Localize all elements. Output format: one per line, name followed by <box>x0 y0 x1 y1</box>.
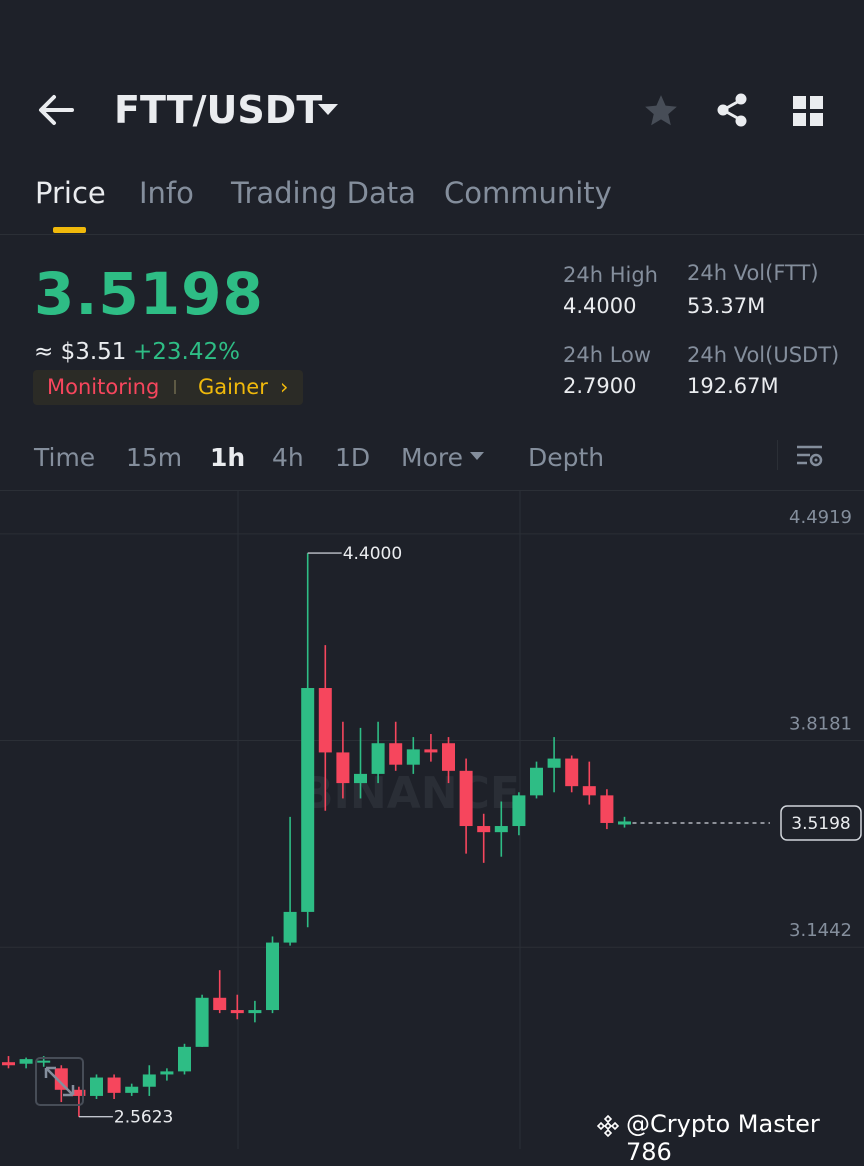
interval-15m[interactable]: 15m <box>126 443 182 472</box>
interval-4h[interactable]: 4h <box>272 443 304 472</box>
candle-body <box>618 821 631 825</box>
candle-body <box>283 911 297 943</box>
candle-body <box>301 688 315 912</box>
chevron-down-icon[interactable] <box>318 104 338 115</box>
tab-price[interactable]: Price <box>35 176 106 210</box>
candle-body <box>565 758 579 787</box>
usd-price: ≈ $3.51 <box>34 339 127 365</box>
tab-info[interactable]: Info <box>139 176 194 210</box>
tag-gainer[interactable]: Gainer <box>198 375 268 399</box>
candle-body <box>195 997 209 1047</box>
candle-body <box>37 1060 51 1063</box>
last-price: 3.5198 <box>34 260 264 328</box>
high-value: 4.4000 <box>563 294 637 318</box>
tab-community[interactable]: Community <box>444 176 612 210</box>
tab-trading-data[interactable]: Trading Data <box>231 176 416 210</box>
chart-watermark: BINANCE <box>300 768 520 819</box>
low-value: 2.7900 <box>563 374 637 398</box>
interval-separator <box>777 440 778 470</box>
candle-body <box>107 1077 121 1093</box>
vol-usdt-label: 24h Vol(USDT) <box>687 343 840 367</box>
vol-ftt-value: 53.37M <box>687 294 766 318</box>
interval-1h[interactable]: 1h <box>210 443 245 472</box>
candle-body <box>459 770 473 827</box>
candle-body <box>477 826 491 833</box>
tabs-divider <box>0 234 864 235</box>
candle-body <box>2 1062 15 1066</box>
high-price-annotation: 4.4000 <box>343 544 402 564</box>
y-axis-tick-label: 3.8181 <box>789 714 852 735</box>
interval-time[interactable]: Time <box>34 443 95 472</box>
candle-body <box>19 1059 33 1064</box>
low-price-annotation: 2.5623 <box>114 1108 173 1128</box>
star-icon[interactable] <box>642 92 680 130</box>
interval-more[interactable]: More <box>401 443 463 472</box>
candle-body <box>442 743 455 771</box>
trading-pair-title[interactable]: FTT/USDT <box>114 88 322 132</box>
price-change-percent: +23.42% <box>133 339 240 365</box>
candle-body <box>371 743 385 774</box>
tag-monitoring[interactable]: Monitoring <box>47 375 159 399</box>
low-label: 24h Low <box>563 343 652 367</box>
candle-body <box>547 758 561 768</box>
candle-body <box>266 942 279 1011</box>
vol-usdt-value: 192.67M <box>687 374 779 398</box>
candle-body <box>424 749 438 753</box>
candle-body <box>213 997 227 1011</box>
candle-body <box>354 773 367 784</box>
candle-body <box>178 1046 191 1072</box>
y-axis-tick-label: 3.1442 <box>789 920 852 941</box>
current-price-label: 3.5198 <box>791 814 850 834</box>
candle-body <box>160 1071 174 1075</box>
user-watermark: @Crypto Master 786 <box>626 1110 820 1166</box>
back-arrow-icon[interactable] <box>36 92 76 128</box>
candle-body <box>125 1086 139 1093</box>
candle-body <box>248 1010 262 1014</box>
candle-body <box>600 795 614 823</box>
candle-body <box>582 786 596 796</box>
grid-icon[interactable] <box>792 95 824 127</box>
chart-settings-icon[interactable] <box>796 442 824 470</box>
vol-ftt-label: 24h Vol(FTT) <box>687 261 819 285</box>
more-caret-icon[interactable] <box>470 452 484 460</box>
interval-depth[interactable]: Depth <box>528 443 604 472</box>
candle-body <box>230 1010 244 1014</box>
candle-body <box>494 826 508 833</box>
candle-body <box>318 688 332 753</box>
share-icon[interactable] <box>714 92 750 128</box>
candle-body <box>336 752 350 784</box>
candle-body <box>90 1077 103 1096</box>
active-tab-indicator <box>53 227 86 233</box>
y-axis-tick-label: 4.4919 <box>789 507 852 528</box>
tag-separator <box>174 380 176 394</box>
binance-logo-icon <box>596 1114 620 1138</box>
candle-body <box>389 743 403 765</box>
candlestick-chart[interactable]: BINANCE 4.4919 3.8181 3.1442 4.4000 2.5623 3… <box>0 490 864 1149</box>
high-label: 24h High <box>563 263 658 287</box>
candle-body <box>142 1074 156 1087</box>
candle-body <box>530 767 543 796</box>
interval-1d[interactable]: 1D <box>335 443 370 472</box>
candle-body <box>512 795 526 827</box>
candle-body <box>406 749 420 765</box>
chevron-right-icon[interactable]: › <box>280 375 288 399</box>
